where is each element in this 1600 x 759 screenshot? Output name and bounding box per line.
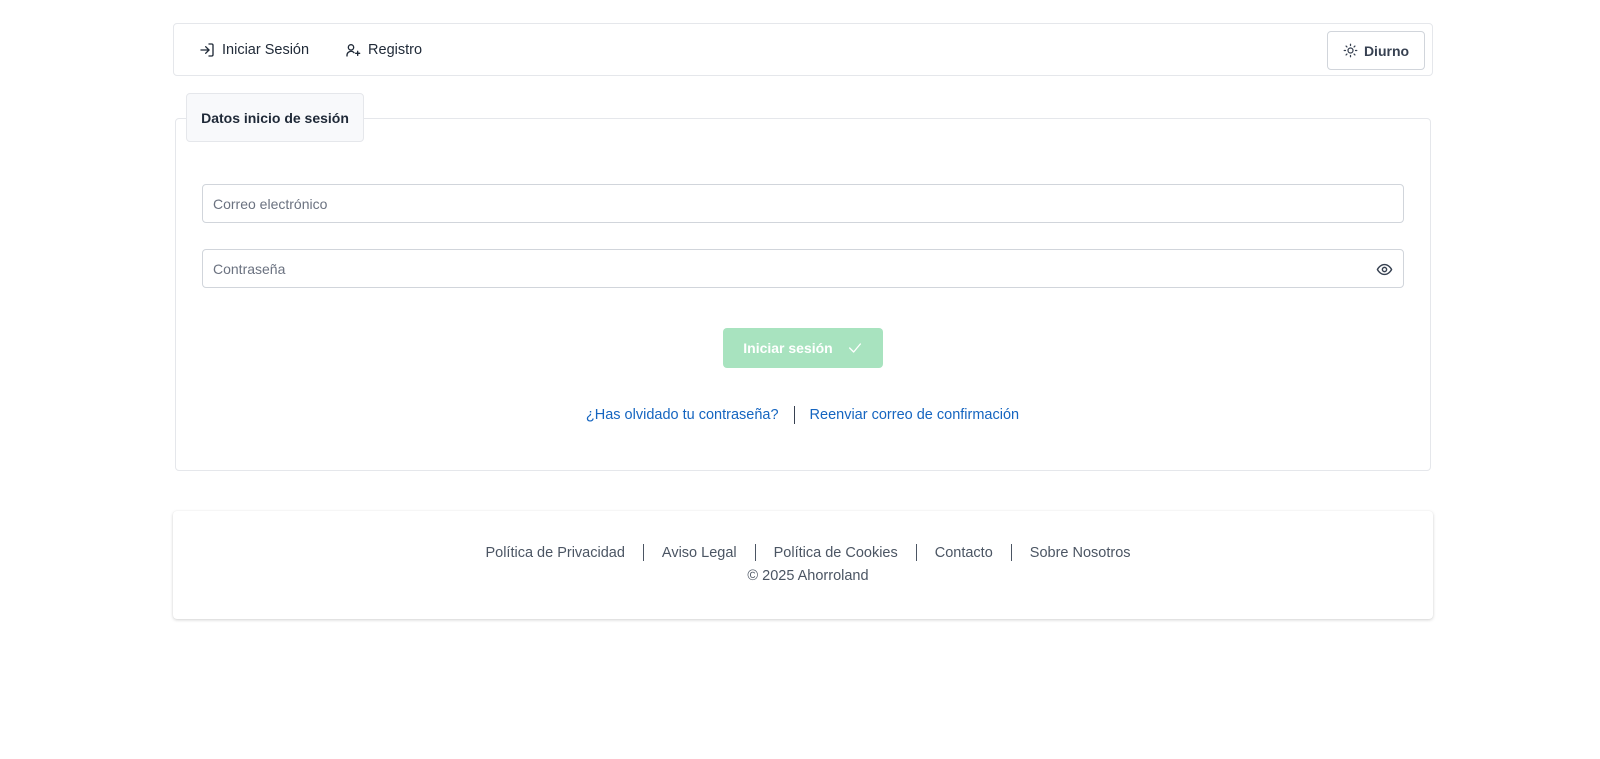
login-card-title: Datos inicio de sesión	[186, 93, 364, 142]
footer-separator	[642, 544, 644, 561]
resend-confirmation-link[interactable]: Reenviar correo de confirmación	[810, 407, 1020, 423]
footer-link-cookies[interactable]: Política de Cookies	[774, 545, 898, 561]
page-footer: Política de Privacidad Aviso Legal Polít…	[173, 511, 1433, 619]
user-plus-icon	[345, 42, 361, 58]
password-field	[202, 249, 1404, 288]
theme-toggle-button[interactable]: Diurno	[1327, 31, 1425, 70]
account-help-links: ¿Has olvidado tu contraseña? Reenviar co…	[0, 406, 1600, 424]
login-submit-label: Iniciar sesión	[743, 340, 833, 356]
check-icon	[847, 340, 863, 356]
footer-separator	[1010, 544, 1012, 561]
nav-login-label: Iniciar Sesión	[222, 41, 310, 58]
login-arrow-icon	[199, 42, 215, 58]
login-submit-button[interactable]: Iniciar sesión	[723, 328, 883, 368]
copyright-text: © 2025 Ahorroland	[747, 568, 869, 584]
footer-links: Política de Privacidad Aviso Legal Polít…	[173, 544, 1433, 561]
footer-link-about[interactable]: Sobre Nosotros	[1030, 545, 1131, 561]
login-card-title-text: Datos inicio de sesión	[201, 109, 349, 126]
footer-separator	[754, 544, 756, 561]
forgot-password-link[interactable]: ¿Has olvidado tu contraseña?	[586, 407, 779, 423]
theme-toggle-label: Diurno	[1363, 42, 1410, 59]
nav-register-label: Registro	[368, 41, 423, 58]
footer-link-legal[interactable]: Aviso Legal	[662, 545, 737, 561]
footer-link-privacy[interactable]: Política de Privacidad	[485, 545, 624, 561]
nav-login-link[interactable]: Iniciar Sesión	[199, 24, 309, 75]
password-input[interactable]	[203, 250, 1403, 287]
link-separator	[793, 406, 795, 424]
sun-icon	[1343, 43, 1358, 58]
eye-icon[interactable]	[1376, 261, 1393, 278]
footer-link-contact[interactable]: Contacto	[935, 545, 993, 561]
nav-register-link[interactable]: Registro	[345, 24, 422, 75]
footer-separator	[915, 544, 917, 561]
top-navbar: Iniciar Sesión Registro Diurno	[173, 23, 1433, 76]
email-input[interactable]	[203, 185, 1403, 222]
email-field	[202, 184, 1404, 223]
